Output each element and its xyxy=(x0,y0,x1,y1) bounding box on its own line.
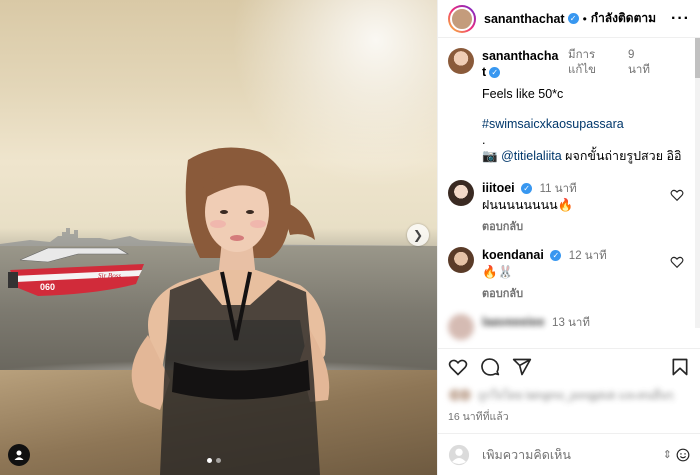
liked-by-text[interactable]: ถูกใจโดย laingmo_pongptuk และคนอื่นๆ xyxy=(478,386,673,404)
post-timestamp[interactable]: 16 นาทีที่แล้ว xyxy=(438,406,700,433)
comment-username[interactable]: koendanai xyxy=(482,248,544,262)
model-figure xyxy=(131,147,330,475)
avatar[interactable] xyxy=(448,444,470,466)
chevron-right-icon: ❯ xyxy=(412,228,424,242)
emoji-icon[interactable] xyxy=(676,448,690,462)
credit-text: ผจกขั้นถ่ายรูปสวย อิอิ xyxy=(561,149,682,163)
comment-text: 🔥🐰 xyxy=(482,265,514,279)
credit-mention[interactable]: @titielaliita xyxy=(501,149,562,163)
comment-body: iiitoei ✓ 11 นาที ฝนนนนนนนน🔥 ตอบกลับ xyxy=(482,180,670,235)
edited-label: มีการแก้ไข xyxy=(568,49,597,76)
following-button[interactable]: กำลังติดตาม xyxy=(591,9,656,28)
caption-time[interactable]: 9 นาที xyxy=(628,48,658,78)
carousel-dot xyxy=(207,458,212,463)
comment-item: koendanai ✓ 12 นาที 🔥🐰 ตอบกลับ xyxy=(448,247,690,302)
reply-button[interactable]: ตอบกลับ xyxy=(482,286,670,302)
caption-hashtag[interactable]: #swimsaicxkaosupassara xyxy=(482,116,690,132)
carousel-indicator xyxy=(207,458,221,463)
caption-body: sananthachat ✓ มีการแก้ไข 9 นาที Feels li… xyxy=(482,48,690,164)
svg-text:060: 060 xyxy=(40,282,55,292)
post-media[interactable]: 060 Sir Boss ❯ xyxy=(0,0,437,475)
post-header: sananthachat ✓ • กำลังติดตาม ··· xyxy=(438,0,700,38)
sort-icon[interactable]: ⇕ xyxy=(663,448,672,461)
comment-body: koendanai ✓ 12 นาที 🔥🐰 ตอบกลับ xyxy=(482,247,670,302)
comment-avatar[interactable] xyxy=(448,247,474,273)
like-comment-heart-icon[interactable] xyxy=(670,255,684,269)
scrollbar-track[interactable] xyxy=(695,38,700,328)
comment-avatar[interactable] xyxy=(448,180,474,206)
comments-scroll-area[interactable]: sananthachat ✓ มีการแก้ไข 9 นาที Feels li… xyxy=(438,38,700,348)
liked-by-avatars xyxy=(448,388,472,402)
verified-badge-icon: ✓ xyxy=(489,67,501,79)
author-username[interactable]: sananthachat xyxy=(484,12,565,26)
liked-by[interactable]: ถูกใจโดย laingmo_pongptuk และคนอื่นๆ xyxy=(438,384,700,406)
scrollbar-thumb[interactable] xyxy=(695,38,700,78)
comment-body: laaveeeiee 13 นาที xyxy=(482,314,690,331)
comment-username[interactable]: laaveeeiee xyxy=(482,315,545,329)
next-slide-button[interactable]: ❯ xyxy=(407,224,429,246)
more-options-icon[interactable]: ··· xyxy=(671,10,690,28)
comment-time[interactable]: 13 นาที xyxy=(552,317,590,329)
carousel-dot xyxy=(216,458,221,463)
like-comment-heart-icon[interactable] xyxy=(670,188,684,202)
post-viewer: 060 Sir Boss ❯ sananthachat ✓ • กำลังติด… xyxy=(0,0,700,475)
caption-avatar[interactable] xyxy=(448,48,474,74)
share-icon[interactable] xyxy=(512,357,532,377)
comment-input[interactable] xyxy=(482,447,663,462)
tagged-users-button[interactable] xyxy=(8,444,30,466)
user-icon xyxy=(14,450,24,460)
camera-icon: 📷 xyxy=(482,149,498,163)
action-bar xyxy=(438,348,700,384)
add-comment-bar: ⇕ xyxy=(438,433,700,475)
heart-icon[interactable] xyxy=(448,357,468,377)
verified-badge-icon: ✓ xyxy=(567,13,579,24)
caption: sananthachat ✓ มีการแก้ไข 9 นาที Feels li… xyxy=(448,48,690,164)
author-avatar[interactable] xyxy=(448,4,476,33)
verified-badge-icon: ✓ xyxy=(550,250,562,262)
comment-item: iiitoei ✓ 11 นาที ฝนนนนนนนน🔥 ตอบกลับ xyxy=(448,180,690,235)
bookmark-icon[interactable] xyxy=(670,357,690,377)
comment-item: laaveeeiee 13 นาที xyxy=(448,314,690,340)
comment-text: ฝนนนนนนนน🔥 xyxy=(482,198,574,212)
post-side-panel: sananthachat ✓ • กำลังติดตาม ··· sananth… xyxy=(437,0,700,475)
separator: • xyxy=(582,11,587,26)
comment-time[interactable]: 12 นาที xyxy=(569,250,607,262)
reply-button[interactable]: ตอบกลับ xyxy=(482,219,670,235)
verified-badge-icon: ✓ xyxy=(521,183,533,195)
comment-time[interactable]: 11 นาที xyxy=(540,183,577,195)
comment-avatar[interactable] xyxy=(448,314,474,340)
comment-username[interactable]: iiitoei xyxy=(482,181,515,195)
caption-credit: 📷 @titielaliita ผจกขั้นถ่ายรูปสวย อิอิ xyxy=(482,148,690,164)
caption-username[interactable]: sananthachat ✓ xyxy=(482,48,560,80)
caption-header: sananthachat ✓ มีการแก้ไข 9 นาที xyxy=(482,48,690,80)
comment-icon[interactable] xyxy=(480,357,500,377)
caption-dot: . xyxy=(482,133,486,147)
caption-text: Feels like 50*c xyxy=(482,87,564,101)
